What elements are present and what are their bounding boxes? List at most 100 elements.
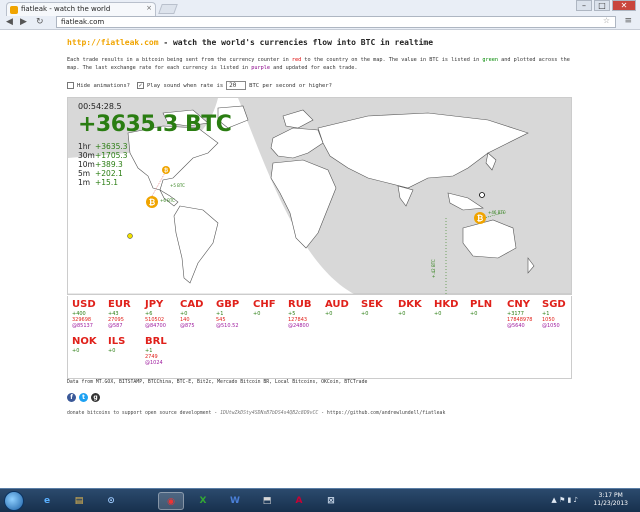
explorer-taskbar-icon[interactable]: ▤ xyxy=(66,492,92,510)
close-tab-icon[interactable]: × xyxy=(146,4,152,12)
desc-red-word: red xyxy=(291,57,302,63)
stat-row: 30m +1705.3 xyxy=(78,151,128,160)
stat-label: 1hr xyxy=(78,142,91,151)
bitcoin-favicon-icon xyxy=(10,6,18,14)
stat-value: +202.1 xyxy=(95,169,123,178)
clock: 00:54:28.5 xyxy=(78,102,122,111)
hide-animations-label: Hide animations? xyxy=(77,82,130,89)
currency-code: NOK xyxy=(72,336,97,347)
window-taskbar-icon[interactable]: ⬒ xyxy=(254,492,280,510)
maximize-button[interactable]: □ xyxy=(594,0,610,11)
navigation-bar: ◀ ▶ ↻ fiatleak.com ☆ ≡ xyxy=(0,15,640,30)
browser-tab[interactable]: fiatleak - watch the world × xyxy=(6,2,156,16)
currency-sgd[interactable]: SGD +1 1050 @1050 xyxy=(542,299,578,329)
currency-rub[interactable]: RUB +5 127843 @24800 xyxy=(288,299,324,329)
currency-nok[interactable]: NOK +0 xyxy=(72,336,108,354)
currency-code: SEK xyxy=(361,299,383,310)
donate-line: donate bitcoins to support open source d… xyxy=(67,411,445,416)
btc-label-vertical: +.42 BTC xyxy=(431,259,436,278)
bookmark-star-icon[interactable]: ☆ xyxy=(603,16,610,25)
currency-dkk[interactable]: DKK +0 xyxy=(398,299,434,317)
rate-suffix-label: BTC per second or higher? xyxy=(249,82,332,89)
clock-tray[interactable]: 3:17 PM 11/23/2013 xyxy=(593,492,628,508)
currency-chf[interactable]: CHF +0 xyxy=(253,299,289,317)
svg-text:₿: ₿ xyxy=(149,198,156,207)
start-button[interactable] xyxy=(4,491,24,511)
browser-chrome: fiatleak - watch the world × – □ ✕ ◀ ▶ ↻… xyxy=(0,0,640,30)
currency-hkd[interactable]: HKD +0 xyxy=(434,299,470,317)
stat-label: 1m xyxy=(78,178,91,187)
stat-row: 10m +389.3 xyxy=(78,160,128,169)
site-tagline: - watch the world's currencies flow into… xyxy=(158,38,434,47)
hide-animations-checkbox[interactable] xyxy=(67,82,74,89)
currency-ils[interactable]: ILS +0 xyxy=(108,336,144,354)
close-window-button[interactable]: ✕ xyxy=(612,0,636,11)
address-bar[interactable]: fiatleak.com xyxy=(56,16,616,28)
twitter-icon[interactable]: t xyxy=(79,393,88,402)
tab-title: fiatleak - watch the world xyxy=(21,5,111,13)
forward-button[interactable]: ▶ xyxy=(20,17,27,27)
currency-code: SGD xyxy=(542,299,566,310)
currency-rate: @85137 xyxy=(72,323,93,329)
site-link[interactable]: http://fiatleak.com xyxy=(67,38,159,47)
svg-text:₿: ₿ xyxy=(477,214,484,223)
taskbar: e ▤ ⊙ ◉ X W ⬒ A ⊠ ▲ ⚑ ▮ ♪ 3:17 PM 11/23/… xyxy=(0,488,640,512)
stats-list: 1hr +3635.3 30m +1705.3 10m +389.3 5m +202.1… xyxy=(78,142,128,187)
currency-code: BRL xyxy=(145,336,167,347)
facebook-icon[interactable]: f xyxy=(67,393,76,402)
reload-button[interactable]: ↻ xyxy=(36,17,44,27)
currency-code: HKD xyxy=(434,299,459,310)
donate-text: donate bitcoins to support open source d… xyxy=(67,411,221,416)
chrome-menu-icon[interactable]: ≡ xyxy=(624,16,632,26)
system-tray-icons[interactable]: ▲ ⚑ ▮ ♪ xyxy=(551,496,578,504)
access-taskbar-icon[interactable]: A xyxy=(286,492,312,510)
currency-jpy[interactable]: JPY +6 510502 @84700 xyxy=(145,299,181,329)
app-taskbar-icon[interactable]: ⊠ xyxy=(318,492,344,510)
currency-delta: +0 xyxy=(253,311,261,317)
currency-cny[interactable]: CNY +3177 17848978 @5640 xyxy=(507,299,543,329)
github-icon[interactable]: g xyxy=(91,393,100,402)
word-taskbar-icon[interactable]: W xyxy=(222,492,248,510)
currency-aud[interactable]: AUD +0 xyxy=(325,299,361,317)
stat-value: +1705.3 xyxy=(95,151,128,160)
currency-code: CHF xyxy=(253,299,276,310)
github-link[interactable]: - https://github.com/andrewlundell/fiatl… xyxy=(318,411,445,416)
currency-usd[interactable]: USD +400 329698 @85137 xyxy=(72,299,108,329)
currency-code: EUR xyxy=(108,299,131,310)
currency-gbp[interactable]: GBP +1 545 @510.52 xyxy=(216,299,252,329)
chrome-taskbar-icon[interactable]: ◉ xyxy=(158,492,184,510)
ie-taskbar-icon[interactable]: e xyxy=(34,492,60,510)
btc-label-aus: +46 BTC xyxy=(488,210,506,215)
moon-marker xyxy=(127,233,133,239)
currency-pln[interactable]: PLN +0 xyxy=(470,299,506,317)
btc-label-us: +5 BTC xyxy=(170,183,185,188)
currency-code: AUD xyxy=(325,299,349,310)
total-btc: +3635.3 BTC xyxy=(78,112,232,137)
currency-sek[interactable]: SEK +0 xyxy=(361,299,397,317)
bitcoin-marker-us: ₿ xyxy=(162,166,170,174)
currency-brl[interactable]: BRL +1 2749 @1024 xyxy=(145,336,181,366)
minimize-button[interactable]: – xyxy=(576,0,592,11)
svg-text:₿: ₿ xyxy=(164,167,168,174)
back-button[interactable]: ◀ xyxy=(6,17,13,27)
bitcoin-address[interactable]: 1DUtwZkDSty4SDNsB7bDS4s4QB2c8D9vCC xyxy=(220,411,318,416)
tray-time: 3:17 PM xyxy=(598,492,623,499)
currency-code: JPY xyxy=(145,299,164,310)
excel-taskbar-icon[interactable]: X xyxy=(190,492,216,510)
media-taskbar-icon[interactable]: ⊙ xyxy=(98,492,124,510)
currency-rate: @84700 xyxy=(145,323,166,329)
currency-cad[interactable]: CAD +0 140 @875 xyxy=(180,299,216,329)
currency-delta: +0 xyxy=(434,311,442,317)
currency-eur[interactable]: EUR +43 27095 @587 xyxy=(108,299,144,329)
window-controls: – □ ✕ xyxy=(576,0,636,11)
data-sources: Data from MT.GOX, BITSTAMP, BTCChina, BT… xyxy=(67,380,368,385)
currency-rate: @24800 xyxy=(288,323,309,329)
stat-value: +15.1 xyxy=(95,178,118,187)
bitcoin-marker-west: ₿ xyxy=(146,196,158,208)
bitcoin-marker-aus: ₿ xyxy=(474,212,486,224)
play-sound-checkbox[interactable]: ✓ xyxy=(136,82,144,89)
new-tab-button[interactable] xyxy=(158,4,178,14)
rate-threshold-input[interactable]: 20 xyxy=(226,81,247,90)
desc-part-1: Each trade results in a bitcoin being se… xyxy=(67,57,292,63)
play-sound-label: Play sound when rate is xyxy=(146,82,224,89)
